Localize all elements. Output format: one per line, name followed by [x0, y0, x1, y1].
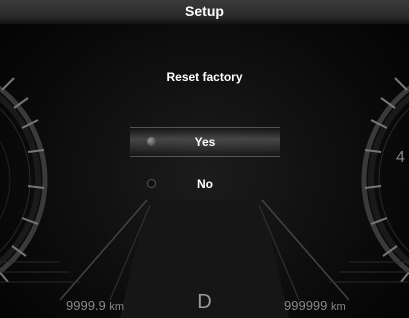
odometer: 999999 km [284, 298, 346, 313]
option-no-label: No [197, 177, 213, 191]
svg-text:4: 4 [396, 149, 405, 166]
gear-indicator: D [197, 291, 212, 313]
page-title: Setup [185, 3, 224, 19]
menu-title: Reset factory [166, 70, 243, 84]
option-no[interactable]: No [130, 170, 280, 198]
right-gauge: 4 [361, 77, 409, 283]
header-bar: Setup [0, 0, 409, 24]
cluster-screen: 4 Setup Reset factory Yes No 9999.9 km D… [0, 0, 409, 318]
option-yes[interactable]: Yes [130, 127, 280, 157]
left-gauge [0, 77, 48, 283]
odometer-unit: km [331, 301, 346, 313]
option-yes-label: Yes [194, 135, 216, 149]
odometer-value: 999999 [284, 298, 328, 313]
gauge-background: 4 [0, 77, 409, 318]
